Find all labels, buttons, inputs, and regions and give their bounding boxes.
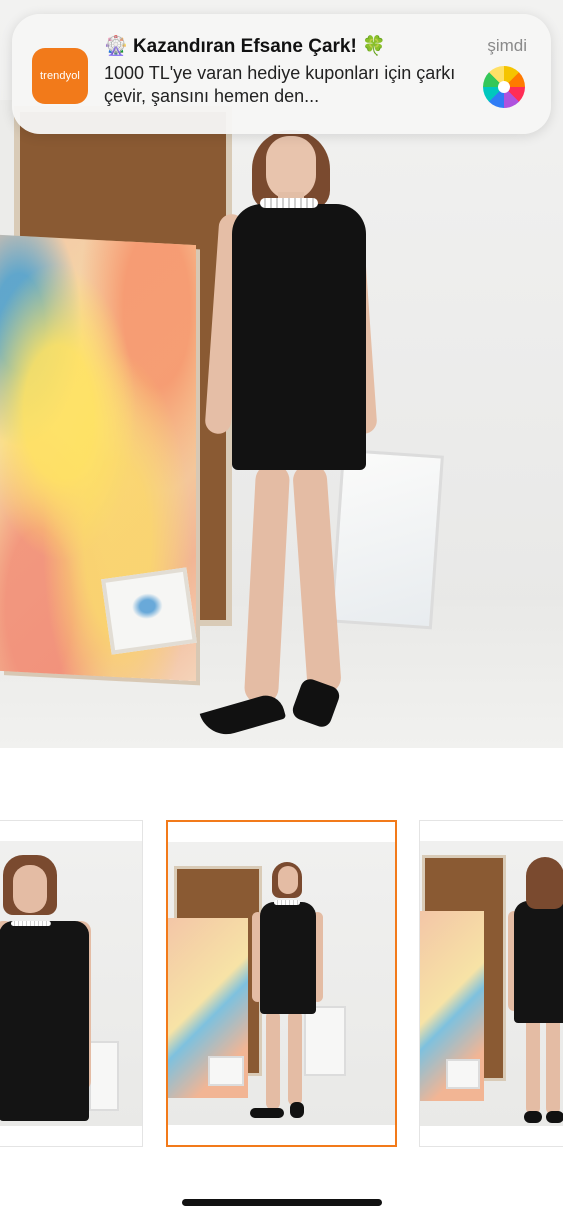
mini-small-canvas bbox=[208, 1056, 244, 1086]
thumbnail-3-photo bbox=[420, 841, 563, 1126]
thumbnail-2-photo bbox=[168, 842, 395, 1125]
mini-leg bbox=[288, 1010, 302, 1106]
notification-body: 1000 TL'ye varan hediye kuponları için ç… bbox=[104, 63, 456, 106]
embellished-collar bbox=[260, 198, 318, 208]
mini-white-canvas bbox=[304, 1006, 346, 1076]
mini-small-canvas bbox=[446, 1059, 480, 1089]
thumbnail-1-photo bbox=[0, 841, 142, 1126]
mini-shoe bbox=[524, 1111, 542, 1123]
thumbnail-2[interactable] bbox=[166, 820, 397, 1147]
model-face bbox=[266, 136, 316, 200]
ferris-wheel-icon: 🎡 bbox=[104, 36, 128, 57]
app-icon-label: trendyol bbox=[40, 70, 80, 82]
mini-face bbox=[13, 865, 47, 913]
thumbnail-1[interactable] bbox=[0, 820, 143, 1147]
mini-leg bbox=[546, 1015, 560, 1115]
mini-hair bbox=[526, 857, 563, 909]
home-indicator[interactable] bbox=[182, 1199, 382, 1206]
notification-title-text: Kazandıran Efsane Çark! bbox=[132, 36, 357, 57]
thumbnail-3[interactable] bbox=[419, 820, 563, 1147]
background-small-canvas bbox=[101, 567, 197, 655]
model-right-leg bbox=[292, 463, 342, 695]
mini-canvas bbox=[89, 1041, 119, 1111]
trendyol-app-icon: trendyol bbox=[32, 48, 88, 104]
spin-wheel-icon bbox=[483, 66, 525, 108]
model-figure bbox=[199, 130, 390, 741]
mini-collar bbox=[11, 921, 51, 926]
mini-dress bbox=[0, 921, 89, 1121]
push-notification[interactable]: trendyol 🎡 Kazandıran Efsane Çark! 🍀 100… bbox=[12, 14, 551, 134]
mini-shoe bbox=[290, 1102, 304, 1118]
mini-leg bbox=[526, 1015, 540, 1115]
mini-shoe bbox=[546, 1111, 563, 1123]
mini-dress bbox=[260, 902, 316, 1014]
mini-dress bbox=[514, 901, 563, 1023]
mini-face bbox=[278, 866, 298, 894]
mini-leg bbox=[266, 1010, 280, 1110]
black-mini-dress bbox=[232, 204, 366, 470]
clover-icon: 🍀 bbox=[362, 36, 386, 57]
mini-shoe bbox=[250, 1108, 284, 1118]
mini-collar bbox=[274, 900, 300, 905]
notification-time: şimdi bbox=[487, 36, 527, 55]
model-left-leg bbox=[243, 463, 291, 705]
notification-title: 🎡 Kazandıran Efsane Çark! 🍀 bbox=[104, 34, 454, 58]
model-left-shoe bbox=[199, 691, 287, 741]
